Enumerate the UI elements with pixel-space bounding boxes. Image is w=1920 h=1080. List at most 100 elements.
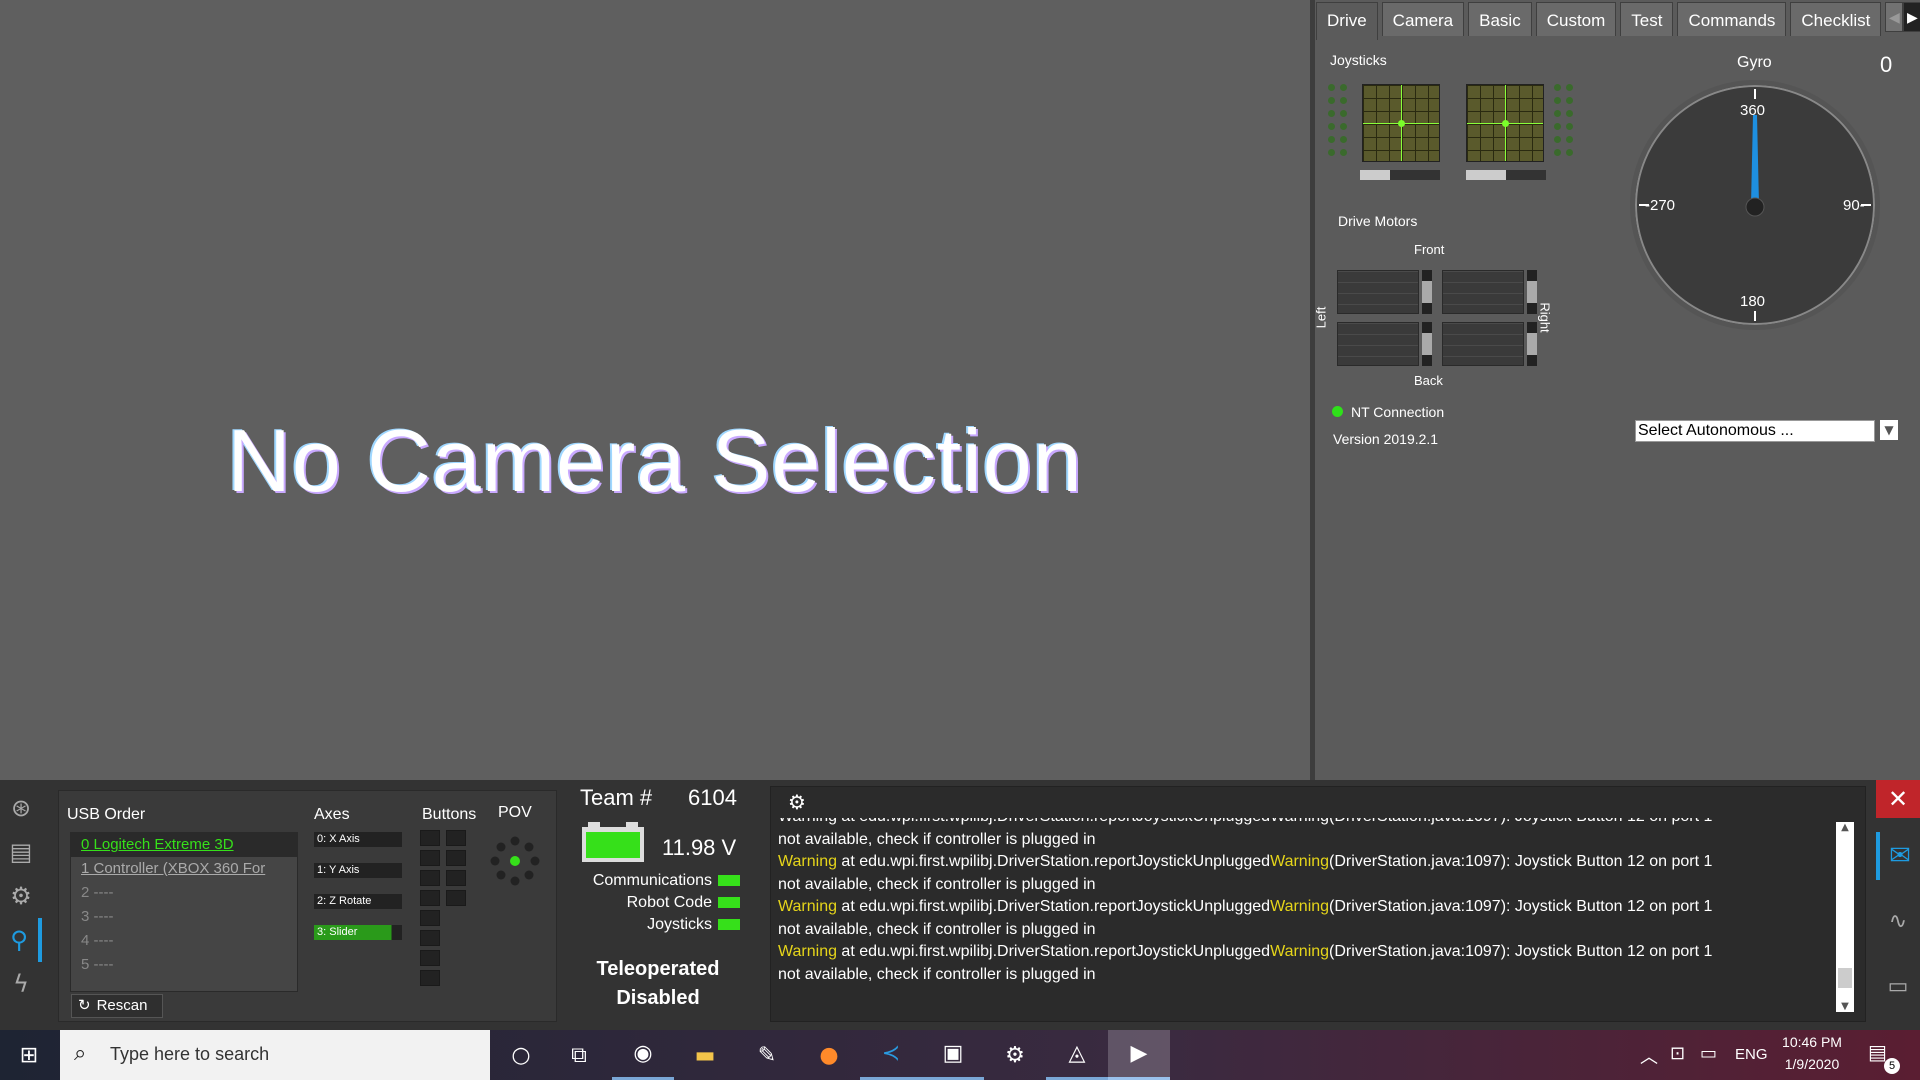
motor-back-left-bar [1422,322,1432,366]
usb-device-1[interactable]: 1 Controller (XBOX 360 For [71,857,297,881]
rescan-button[interactable]: ↻ Rescan [71,994,163,1018]
front-label: Front [1414,242,1445,257]
tab-commands[interactable]: Commands [1677,2,1787,36]
message-line: not available, check if controller is pl… [778,874,1838,897]
show-hidden-icons-icon[interactable]: ︿ [1640,1043,1658,1069]
messages-icon[interactable]: ✉ [1876,832,1920,880]
messages-settings-icon[interactable]: ⚙ [788,790,806,814]
editor-icon[interactable]: ✎ [736,1030,798,1080]
usb-device-3[interactable]: 3 ---- [71,905,297,929]
clock-time[interactable]: 10:46 PM [1782,1034,1842,1050]
joystick-button-led [1554,123,1561,130]
joystick-button-led [1328,149,1335,156]
buttons-label: Buttons [422,806,477,823]
communications-status: Communications [580,872,740,890]
charts-icon[interactable]: ∿ [1876,900,1920,944]
scroll-up-icon[interactable]: ▲ [1836,822,1854,833]
autonomous-dropdown-icon[interactable]: ▼ [1880,420,1898,440]
camera-view [0,0,1310,780]
axes-list: 0: X Axis 1: Y Axis 2: Z Rotate 3: Slide… [314,832,402,956]
task-view-icon[interactable]: ⧉ [548,1030,610,1080]
communications-indicator [718,875,740,887]
scroll-thumb[interactable] [1838,968,1852,988]
team-number[interactable]: 6104 [688,785,737,811]
tab-scroll-right-icon[interactable]: ▶ [1903,2,1920,32]
motor-front-right [1442,270,1524,314]
team-label: Team # [580,785,653,810]
usb-device-5[interactable]: 5 ---- [71,953,297,977]
vscode-icon[interactable]: ≺ [860,1030,922,1080]
joystick-button-led [1566,123,1573,130]
gyro-tick-90: 90- [1843,197,1865,214]
chrome-icon[interactable]: ◉ [612,1030,674,1080]
joystick-button-led [1566,149,1573,156]
settings-icon[interactable]: ⚙ [984,1030,1046,1080]
mode-line-1: Teleoperated [596,958,720,980]
axis-2: 2: Z Rotate [314,894,402,909]
gyro-tick-270: -270 [1645,197,1676,214]
file-explorer-icon[interactable]: ▬ [674,1030,736,1080]
gear-icon[interactable]: ⚙ [0,874,42,918]
taskbar-search-box[interactable]: ⌕ Type here to search [60,1030,490,1080]
tab-camera[interactable]: Camera [1381,2,1465,36]
both-icon[interactable]: ▭ [1876,965,1920,1009]
joysticks-label: Joysticks [1330,52,1387,68]
joystick-button-led [1554,110,1561,117]
scroll-down-icon[interactable]: ▼ [1836,1001,1854,1012]
joystick-1-position [1398,120,1405,127]
diagnostics-icon[interactable]: ▤ [0,830,42,874]
message-text: (DriverStation.java:1097): Joystick Butt… [1329,943,1713,960]
camera-message: No Camera Selection [227,411,1083,510]
joystick-button-led [1328,110,1335,117]
clock-date[interactable]: 1/9/2020 [1782,1056,1842,1072]
language-indicator[interactable]: ENG [1735,1046,1768,1063]
message-text: Warning [778,943,837,960]
left-label: Left [1313,306,1329,329]
tab-checklist[interactable]: Checklist [1790,2,1882,36]
usb-device-4[interactable]: 4 ---- [71,929,297,953]
usb-icon[interactable]: ⚲ [0,918,42,962]
steering-wheel-icon[interactable]: ⊛ [0,786,42,830]
driver-station-icon[interactable]: ▶ [1108,1030,1170,1080]
usb-device-2[interactable]: 2 ---- [71,881,297,905]
usb-order-label: USB Order [67,806,146,823]
search-placeholder: Type here to search [110,1044,270,1064]
motor-front-left [1337,270,1419,314]
communications-label: Communications [592,872,712,889]
motor-front-left-bar [1422,270,1432,314]
pov-label: POV [498,804,532,821]
message-text: at edu.wpi.first.wpilibj.DriverStation.r… [836,943,1271,960]
tab-scroll-left-icon[interactable]: ◀ [1885,2,1904,32]
windows-start-icon[interactable]: ⊞ [0,1030,58,1080]
message-text: (DriverStation.java:1097): Joystick Butt… [1329,898,1713,915]
message-line: not available, check if controller is pl… [778,964,1838,987]
nt-connection-label: NT Connection [1351,404,1445,420]
first-app-icon[interactable]: ◬ [1046,1030,1108,1080]
message-text: (DriverStation.java:1097): Joystick Butt… [1329,853,1713,870]
message-scrollbar[interactable]: ▲ ▼ [1836,822,1854,1012]
network-icon[interactable]: ⊡ [1670,1043,1685,1064]
usb-device-0[interactable]: 0 Logitech Extreme 3D [71,833,297,857]
message-text: at edu.wpi.first.wpilibj.DriverStation.r… [836,898,1271,915]
joystick-button-led [1340,149,1347,156]
autonomous-select[interactable]: Select Autonomous ... [1635,420,1875,442]
joystick-2-throttle [1466,170,1546,180]
tab-drive[interactable]: Drive [1316,2,1378,40]
message-text: Warning [778,853,837,870]
cortana-icon[interactable]: ○ [490,1030,552,1080]
close-icon[interactable]: ✕ [1876,780,1920,818]
notifications-icon[interactable]: ▤ [1868,1040,1887,1064]
tab-basic[interactable]: Basic [1468,2,1532,36]
app-icon[interactable]: ▣ [922,1030,984,1080]
battery-icon [582,822,644,862]
message-text: at edu.wpi.first.wpilibj.DriverStation.r… [836,853,1271,870]
usb-device-list: 0 Logitech Extreme 3D 1 Controller (XBOX… [70,832,298,992]
message-text: Warning [1270,898,1330,915]
tab-custom[interactable]: Custom [1535,2,1617,36]
joystick-button-led [1566,136,1573,143]
firefox-icon[interactable]: ● [798,1030,860,1080]
tab-test[interactable]: Test [1620,2,1674,36]
battery-tray-icon[interactable]: ▭ [1700,1043,1717,1064]
power-icon[interactable]: ϟ [0,962,42,1006]
joystick-1-throttle [1360,170,1440,180]
